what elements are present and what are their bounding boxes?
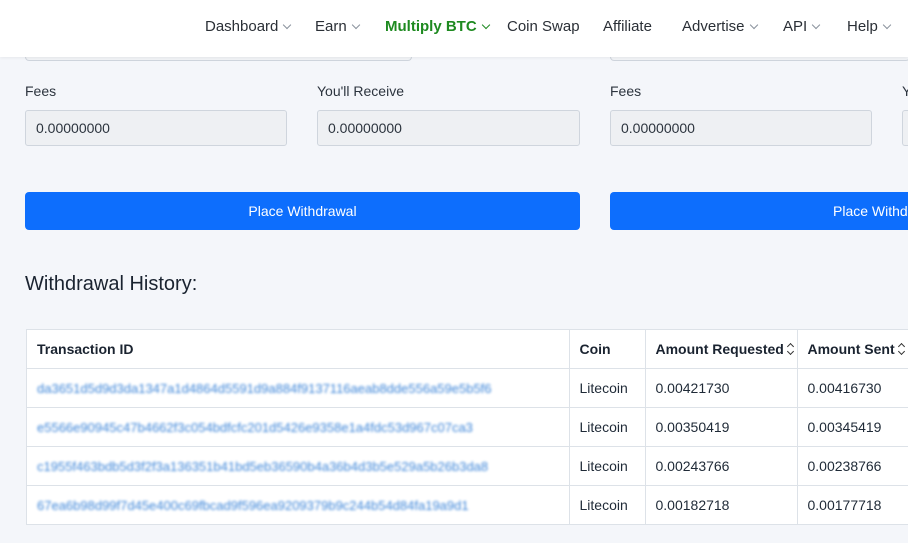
place-withdrawal-button-right[interactable]: Place Withd — [610, 192, 908, 230]
chevron-down-icon — [481, 20, 490, 30]
requested-cell: 0.00182718 — [645, 485, 798, 524]
fees-field[interactable]: 0.00000000 — [25, 110, 287, 146]
col-coin-label: Coin — [579, 341, 611, 357]
col-coin: Coin — [569, 330, 646, 369]
txid-text: c1955f463bdb5d3f2f3a136351b41bd5eb36590b… — [37, 458, 489, 474]
nav-api[interactable]: API — [783, 18, 821, 35]
nav-api-label: API — [783, 18, 808, 35]
table-header-row: Transaction ID Coin Amount Requested Amo… — [27, 330, 908, 369]
col-transaction-id-label: Transaction ID — [37, 341, 134, 357]
nav-dashboard[interactable]: Dashboard — [205, 18, 292, 35]
nav-coin-swap-label: Coin Swap — [507, 18, 580, 35]
receive-label: You'll Receive — [317, 83, 404, 99]
table-row: c1955f463bdb5d3f2f3a136351b41bd5eb36590b… — [27, 446, 908, 486]
chevron-down-icon — [749, 20, 758, 30]
sent-cell: 0.00416730 — [797, 368, 908, 408]
nav-help-label: Help — [847, 18, 878, 35]
fees-label-right: Fees — [610, 83, 642, 99]
nav-earn[interactable]: Earn — [315, 18, 360, 35]
table-row: da3651d5d9d3da1347a1d4864d5591d9a884f913… — [27, 368, 908, 408]
withdrawal-history-title: Withdrawal History: — [25, 273, 198, 295]
receive-field[interactable]: 0.00000000 — [317, 110, 580, 146]
chevron-down-icon — [811, 20, 821, 30]
receive-field-right[interactable] — [902, 110, 908, 146]
txid-link[interactable]: da3651d5d9d3da1347a1d4864d5591d9a884f913… — [27, 368, 570, 408]
nav-advertise[interactable]: Advertise — [682, 18, 758, 35]
sort-icon[interactable] — [898, 343, 906, 355]
coin-cell: Litecoin — [569, 368, 646, 408]
fees-field-right[interactable]: 0.00000000 — [610, 110, 872, 146]
col-amount-sent-label: Amount Sent — [807, 341, 895, 357]
chevron-down-icon — [882, 20, 892, 30]
col-amount-requested[interactable]: Amount Requested — [645, 330, 798, 369]
coin-cell: Litecoin — [569, 446, 646, 486]
col-transaction-id: Transaction ID — [27, 330, 570, 369]
nav-affiliate[interactable]: Affiliate — [603, 18, 652, 35]
txid-link[interactable]: 67ea6b98d99f7d45e400c69fbcad9f596ea92093… — [27, 485, 570, 524]
txid-text: 67ea6b98d99f7d45e400c69fbcad9f596ea92093… — [37, 497, 469, 513]
nav-dashboard-label: Dashboard — [205, 18, 279, 35]
coin-cell: Litecoin — [569, 407, 646, 447]
sent-cell: 0.00238766 — [797, 446, 908, 486]
coin-cell: Litecoin — [569, 485, 646, 524]
receive-label-right: Y — [902, 83, 908, 99]
nav-help[interactable]: Help — [847, 18, 892, 35]
nav-multiply-btc[interactable]: Multiply BTC — [385, 18, 490, 35]
nav-coin-swap[interactable]: Coin Swap — [507, 18, 580, 35]
txid-text: da3651d5d9d3da1347a1d4864d5591d9a884f913… — [37, 380, 492, 396]
table-row: e5566e90945c47b4662f3c054bdfcfc201d5426e… — [27, 407, 908, 447]
top-navbar: Dashboard Earn Multiply BTC Coin Swap Af… — [0, 0, 908, 57]
col-amount-sent[interactable]: Amount Sent — [797, 330, 908, 369]
chevron-down-icon — [351, 20, 360, 30]
col-amount-requested-label: Amount Requested — [655, 341, 784, 357]
sent-cell: 0.00177718 — [797, 485, 908, 524]
place-withdrawal-button[interactable]: Place Withdrawal — [25, 192, 580, 230]
fees-label: Fees — [25, 83, 57, 99]
sort-icon[interactable] — [787, 343, 795, 355]
requested-cell: 0.00421730 — [645, 368, 798, 408]
nav-affiliate-label: Affiliate — [603, 18, 652, 35]
nav-multiply-btc-label: Multiply BTC — [385, 18, 477, 35]
requested-cell: 0.00243766 — [645, 446, 798, 486]
chevron-down-icon — [283, 20, 292, 30]
nav-advertise-label: Advertise — [682, 18, 745, 35]
sent-cell: 0.00345419 — [797, 407, 908, 447]
txid-text: e5566e90945c47b4662f3c054bdfcfc201d5426e… — [37, 419, 473, 435]
txid-link[interactable]: e5566e90945c47b4662f3c054bdfcfc201d5426e… — [27, 407, 570, 447]
txid-link[interactable]: c1955f463bdb5d3f2f3a136351b41bd5eb36590b… — [27, 446, 570, 486]
withdrawal-history-table: Transaction ID Coin Amount Requested Amo… — [26, 329, 908, 525]
requested-cell: 0.00350419 — [645, 407, 798, 447]
table-row: 67ea6b98d99f7d45e400c69fbcad9f596ea92093… — [27, 485, 908, 524]
nav-earn-label: Earn — [315, 18, 347, 35]
